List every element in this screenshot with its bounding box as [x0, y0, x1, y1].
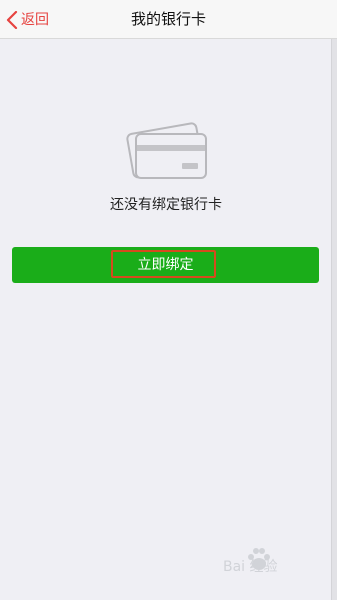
bind-now-label: 立即绑定	[137, 257, 194, 273]
empty-state-message: 还没有绑定银行卡	[110, 197, 222, 213]
watermark-text: Bai 经验	[223, 559, 278, 575]
navigation-bar: 返回 我的银行卡	[0, 0, 337, 39]
bind-now-button[interactable]: 立即绑定	[12, 247, 319, 283]
page-title: 我的银行卡	[130, 10, 206, 28]
baidu-watermark: Bai 经验	[223, 548, 309, 582]
bank-card-icon	[126, 122, 207, 179]
scrollbar-track	[331, 39, 337, 600]
